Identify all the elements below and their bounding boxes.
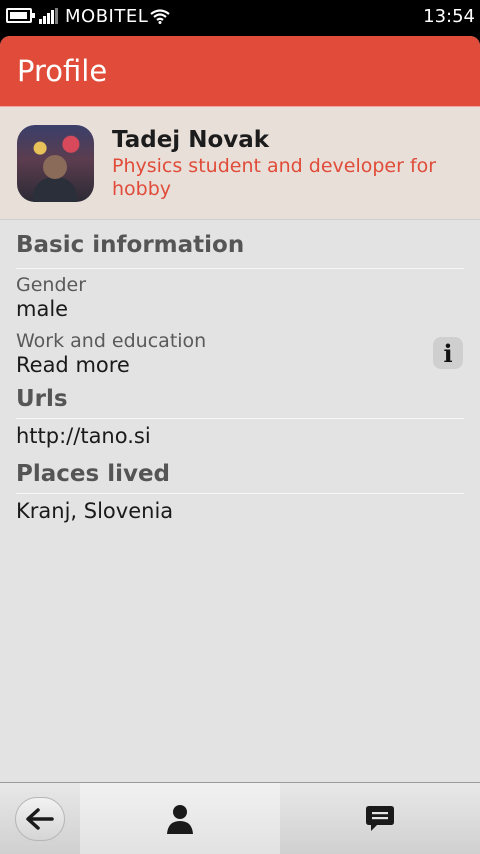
profile-tagline: Physics student and developer for hobby [112,155,437,200]
person-icon [167,805,193,834]
divider [16,418,464,419]
back-button[interactable] [0,783,80,854]
section-title-urls: Urls [16,386,68,412]
place-item: Kranj, Slovenia [16,499,174,523]
work-read-more-link[interactable]: Read more [16,353,130,377]
section-title-basic: Basic information [16,232,245,258]
clock: 13:54 [423,6,475,27]
tab-chat[interactable] [280,783,480,854]
title-bar: Profile [0,36,480,106]
back-arrow-icon [26,808,54,830]
page-title: Profile [17,54,108,88]
chat-bubble-icon [366,806,394,831]
status-bar: MOBITEL 13:54 [0,0,480,34]
profile-header: Tadej Novak Physics student and develope… [0,106,480,220]
divider [16,268,464,269]
url-link[interactable]: http://tano.si [16,424,151,448]
profile-screen: Profile Tadej Novak Physics student and … [0,36,480,854]
wifi-icon [150,9,170,24]
info-icon[interactable]: i [433,337,463,369]
work-label: Work and education [16,330,207,352]
signal-icon [39,8,59,24]
profile-name: Tadej Novak [112,127,270,153]
bottom-toolbar [0,782,480,854]
section-title-places: Places lived [16,461,171,487]
tab-profile[interactable] [80,783,280,854]
gender-value: male [16,297,69,321]
battery-icon [6,8,35,23]
gender-label: Gender [16,274,87,296]
divider [16,493,464,494]
carrier-name: MOBITEL [65,6,149,27]
avatar [17,125,94,202]
